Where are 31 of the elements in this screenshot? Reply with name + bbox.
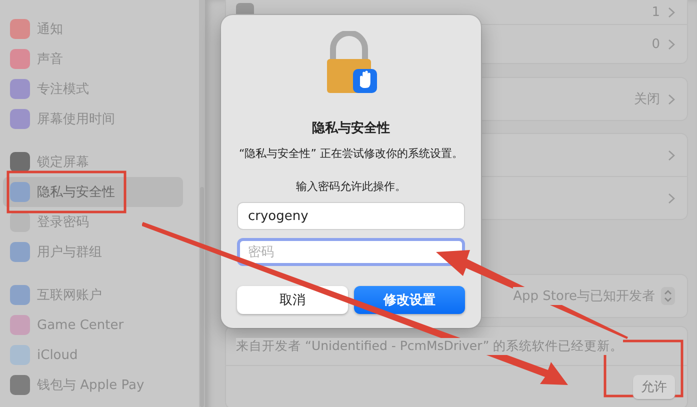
sidebar-item[interactable]: Game Center — [3, 310, 183, 340]
row-value: 1 — [652, 4, 660, 20]
confirm-button[interactable]: 修改设置 — [354, 286, 465, 314]
sidebar-item[interactable]: 屏幕使用时间 — [3, 104, 183, 134]
stepper-icon[interactable] — [661, 287, 675, 305]
chevron-icon — [668, 38, 675, 50]
sidebar-item[interactable]: 登录密码 — [3, 207, 183, 237]
sidebar-item[interactable]: 声音 — [3, 44, 183, 74]
username-field[interactable]: cryogeny — [237, 202, 465, 230]
sidebar-item[interactable]: 互联网账户 — [3, 280, 183, 310]
sidebar-item[interactable]: 锁定屏幕 — [3, 147, 183, 177]
row-value: 关闭 — [634, 91, 660, 108]
row-value: 0 — [652, 36, 660, 52]
dialog-message: “隐私与安全性” 正在尝试修改你的系统设置。 — [239, 146, 463, 161]
chevron-icon — [668, 94, 675, 104]
chevron-icon — [668, 150, 675, 160]
dialog-title: 隐私与安全性 — [312, 120, 390, 137]
sidebar-item[interactable]: 钱包与 Apple Pay — [3, 370, 183, 400]
sidebar-item[interactable]: 通知 — [3, 14, 183, 44]
cancel-button[interactable]: 取消 — [237, 286, 348, 314]
sidebar-item[interactable]: 隐私与安全性 — [3, 177, 183, 207]
sidebar-item[interactable]: 用户与群组 — [3, 237, 183, 267]
password-field[interactable]: 密码 — [237, 238, 465, 266]
allow-button[interactable]: 允许 — [633, 375, 675, 399]
message-text: 来自开发者 “Unidentified - PcmMsDriver” 的系统软件已经更新。 — [236, 338, 624, 354]
chevron-icon — [668, 192, 675, 204]
sidebar-item[interactable]: iCloud — [3, 340, 183, 370]
sidebar-item[interactable]: 专注模式 — [3, 74, 183, 104]
dialog-prompt: 输入密码允许此操作。 — [296, 179, 406, 194]
popup-value[interactable]: App Store与已知开发者 — [513, 287, 655, 305]
chevron-icon — [668, 6, 675, 18]
